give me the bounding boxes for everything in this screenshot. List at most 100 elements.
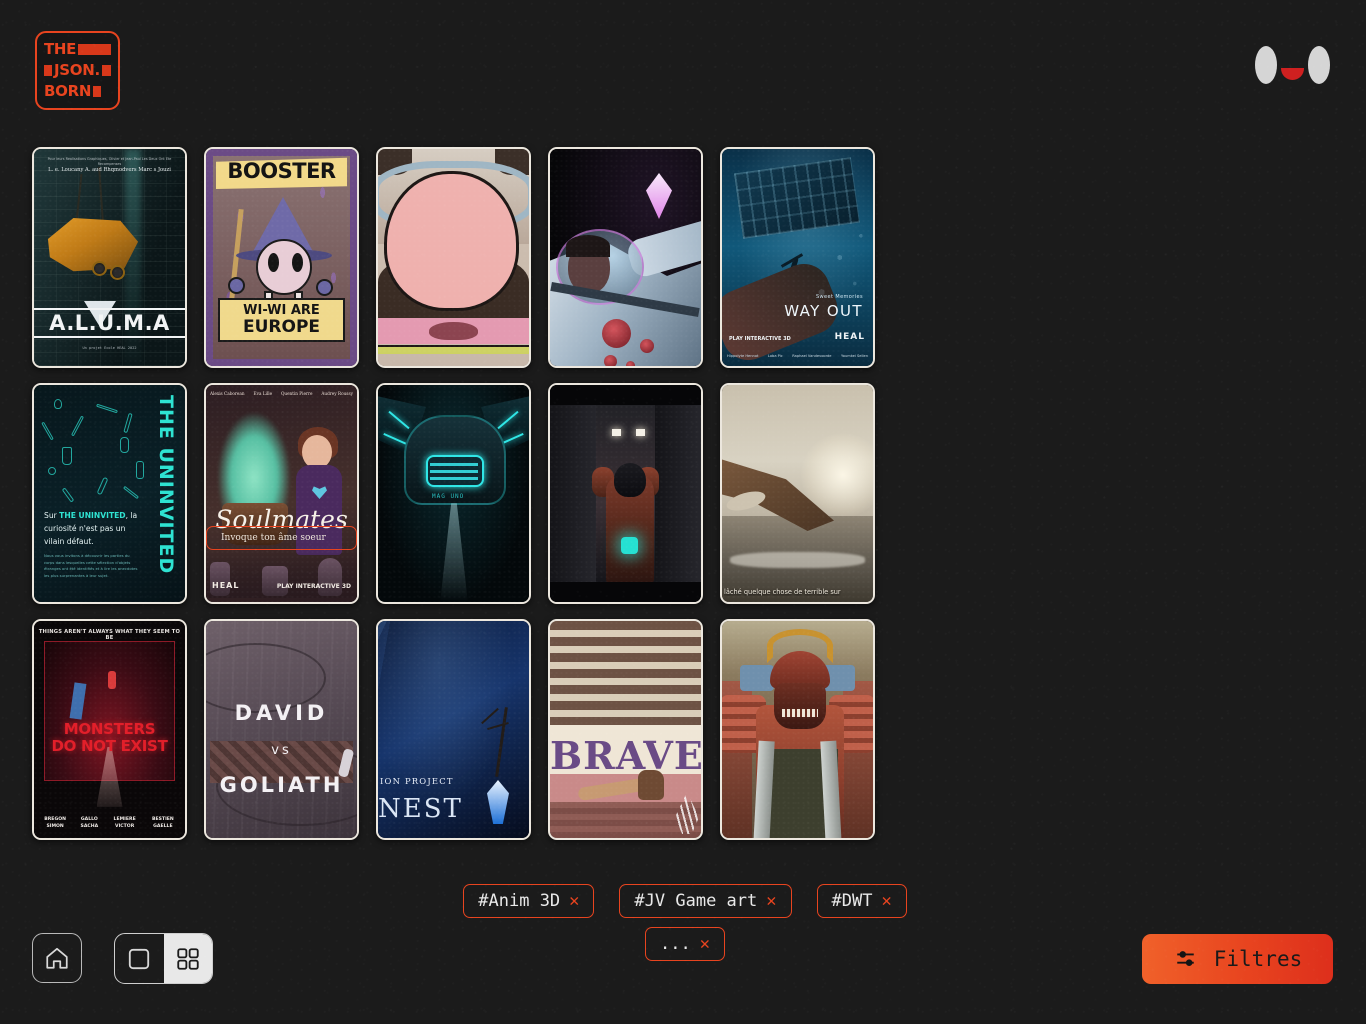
credit-name: GALLO SACHA: [80, 817, 99, 829]
remove-tag-icon[interactable]: ✕: [700, 934, 710, 954]
poster-credit-names: Hippolyte Hennot Loba Pic Raphael Vandev…: [727, 354, 868, 358]
poster-subtitle: Sweet Memories: [815, 294, 863, 300]
poster-card-samurai[interactable]: [720, 619, 875, 840]
poster-art: [550, 149, 701, 366]
logo-bar: [101, 65, 111, 76]
poster-art: Alexis Caborean Eva Lille Quentin Pierre…: [206, 385, 357, 602]
credit-name: Youmkei Sellen: [841, 354, 868, 358]
logo-text-the: THE: [44, 40, 77, 59]
filter-tag-label: #Anim 3D: [478, 891, 561, 911]
logo-row-3: BORN: [44, 82, 111, 100]
credit-name: Hippolyte Hennot: [727, 354, 759, 358]
poster-top-small-text: Pour leurs Realisations Graphiques, Oliv…: [47, 157, 172, 166]
active-filter-tags: #Anim 3D ✕ #JV Game art ✕ #DWT ✕ ... ✕: [430, 884, 940, 961]
filters-button-label: Filtres: [1213, 947, 1303, 971]
poster-title-line-1: MONSTERS: [63, 720, 156, 738]
poster-banner-line-1: WI-WI ARE: [243, 303, 320, 318]
remove-tag-icon[interactable]: ✕: [766, 891, 776, 911]
poster-title: A.L.U.M.A: [34, 308, 185, 338]
poster-top-line: L. e. Loucany A. aud Rhqmodvers Marc s J…: [48, 167, 171, 173]
poster-title: BOOSTER: [227, 159, 336, 183]
single-square-icon: [129, 948, 150, 969]
filter-tag-label: ...: [660, 934, 691, 954]
poster-art: [378, 149, 529, 366]
poster-art: Pour leurs Realisations Graphiques, Oliv…: [34, 149, 185, 366]
app-logo[interactable]: THE JSON. BORN: [35, 31, 120, 110]
poster-tagline: THINGS AREN'T ALWAYS WHAT THEY SEEM TO B…: [38, 629, 181, 641]
avatar-eye-left: [1255, 46, 1277, 84]
poster-art: MAG UNO: [378, 385, 529, 602]
poster-art: DAVID vs GOLIATH: [206, 621, 357, 838]
poster-studio-left: PLAY INTERACTIVE 3D: [729, 336, 791, 342]
poster-card-the-uninvited[interactable]: THE UNINVITED Sur THE UNINVITED, la curi…: [32, 383, 187, 604]
credit-name: Audrey Roussy: [321, 391, 353, 396]
view-toggle-list[interactable]: [115, 934, 164, 983]
credit-name: Raphael Vandevoorde: [792, 354, 832, 358]
filter-tag-more[interactable]: ... ✕: [645, 927, 725, 961]
filter-tag-anim-3d[interactable]: #Anim 3D ✕: [463, 884, 595, 918]
filter-tag-dwt[interactable]: #DWT ✕: [816, 884, 907, 918]
avatar-smile: [1281, 68, 1304, 80]
poster-title: BRAVE: [550, 733, 701, 778]
credit-name: BESTIEN GAELLE: [152, 817, 174, 829]
poster-studio-left: HEAL: [212, 581, 240, 590]
poster-subtitle: lâché quelque chose de terrible sur: [724, 588, 841, 596]
poster-title: THE UNINVITED: [155, 395, 177, 575]
poster-card-david-vs-goliath[interactable]: DAVID vs GOLIATH: [204, 619, 359, 840]
poster-card-neon-ship[interactable]: MAG UNO: [376, 383, 531, 604]
poster-credit-names: Alexis Caborean Eva Lille Quentin Pierre…: [210, 391, 353, 397]
poster-grid: Pour leurs Realisations Graphiques, Oliv…: [32, 147, 875, 840]
face-avatar-icon[interactable]: [1255, 46, 1330, 88]
sliders-icon: [1176, 951, 1194, 966]
poster-art: [722, 621, 873, 838]
home-icon: [46, 947, 68, 969]
logo-text-json: JSON.: [54, 61, 100, 79]
poster-title-line-2: vs: [271, 743, 292, 758]
remove-tag-icon[interactable]: ✕: [881, 891, 891, 911]
poster-card-corridor-mech[interactable]: [548, 383, 703, 604]
poster-card-astronaut-crystal[interactable]: [548, 147, 703, 368]
view-toggle-grid[interactable]: [163, 934, 212, 983]
poster-card-nest[interactable]: ION PROJECT NEST: [376, 619, 531, 840]
filter-tag-jv-game-art[interactable]: #JV Game art ✕: [619, 884, 792, 918]
body-brand: THE UNINVITED: [59, 511, 126, 520]
poster-title: NEST: [378, 794, 463, 824]
remove-tag-icon[interactable]: ✕: [569, 891, 579, 911]
poster-art: Sweet Memories WAY OUT PLAY INTERACTIVE …: [722, 149, 873, 366]
poster-card-way-out[interactable]: Sweet Memories WAY OUT PLAY INTERACTIVE …: [720, 147, 875, 368]
body-prefix: Sur: [44, 511, 60, 520]
poster-studio-right: PLAY INTERACTIVE 3D: [276, 583, 351, 590]
poster-card-monsters-do-not-exist[interactable]: THINGS AREN'T ALWAYS WHAT THEY SEEM TO B…: [32, 619, 187, 840]
poster-title-line-2: DO NOT EXIST: [51, 737, 168, 755]
poster-card-soulmates[interactable]: Alexis Caborean Eva Lille Quentin Pierre…: [204, 383, 359, 604]
poster-tagline: Invoque ton âme soeur: [206, 526, 357, 550]
poster-glyph: MAG UNO: [432, 493, 465, 500]
poster-body-text: Sur THE UNINVITED, la curiosité n'est pa…: [44, 509, 141, 548]
poster-title: WAY OUT: [784, 302, 863, 320]
filter-tag-label: #JV Game art: [634, 891, 758, 911]
view-toggle[interactable]: [114, 933, 213, 984]
home-button[interactable]: [32, 933, 82, 983]
logo-bar: [44, 65, 52, 76]
grid-four-squares-icon: [177, 947, 199, 970]
poster-card-pink-character[interactable]: [376, 147, 531, 368]
poster-banner-line-2: EUROPE: [242, 317, 321, 337]
filters-button[interactable]: Filtres: [1142, 934, 1333, 984]
poster-card-sepia-landscape[interactable]: lâché quelque chose de terrible sur: [720, 383, 875, 604]
poster-art: THE UNINVITED Sur THE UNINVITED, la curi…: [34, 385, 185, 602]
poster-card-brave[interactable]: BRAVE: [548, 619, 703, 840]
poster-card-booster[interactable]: BOOSTER WI-WI ARE EUROPE: [204, 147, 359, 368]
poster-art: BRAVE: [550, 621, 701, 838]
credit-name: Eva Lille: [253, 391, 273, 396]
poster-art: [550, 385, 701, 602]
poster-credit-names: BREGON SIMON GALLO SACHA LEMIERE VICTOR …: [37, 816, 182, 830]
filter-tag-label: #DWT: [831, 891, 873, 911]
poster-art: lâché quelque chose de terrible sur: [722, 385, 873, 602]
poster-art: ION PROJECT NEST: [378, 621, 529, 838]
poster-art: THINGS AREN'T ALWAYS WHAT THEY SEEM TO B…: [34, 621, 185, 838]
logo-row-2: JSON.: [44, 62, 111, 80]
poster-card-aluma[interactable]: Pour leurs Realisations Graphiques, Oliv…: [32, 147, 187, 368]
logo-text-born: BORN: [44, 81, 92, 100]
credit-name: BREGON SIMON: [44, 817, 66, 829]
poster-supertitle: ION PROJECT: [380, 776, 454, 786]
